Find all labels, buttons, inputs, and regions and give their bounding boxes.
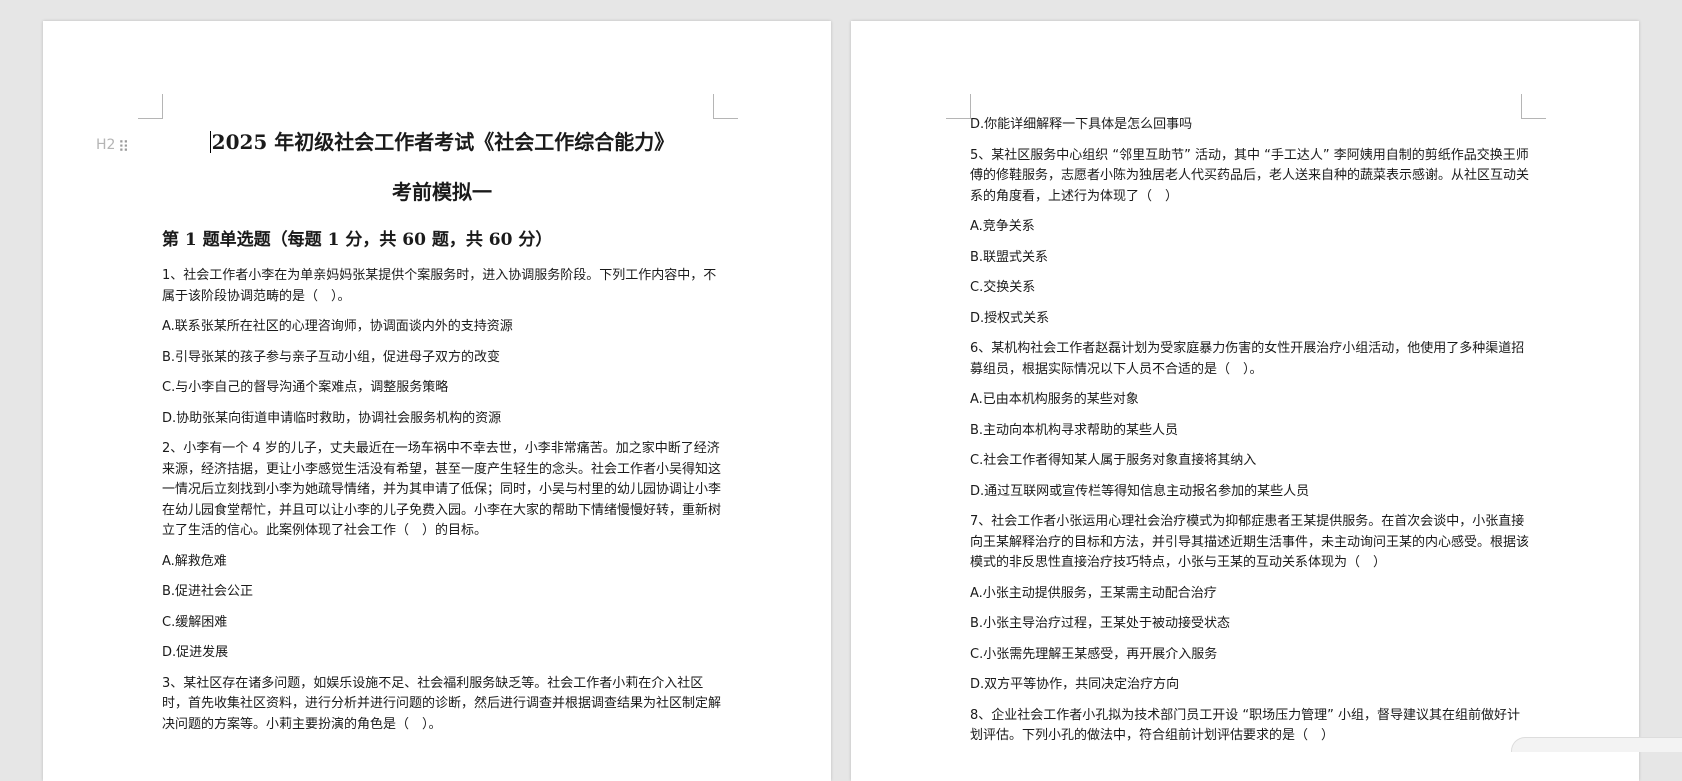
question-text[interactable]: 5、某社区服务中心组织 “邻里互助节” 活动，其中 “手工达人” 李阿姨用自制的… bbox=[970, 146, 1530, 208]
status-corner bbox=[1511, 737, 1682, 752]
document-page-right: D.你能详细解释一下具体是怎么回事吗 5、某社区服务中心组织 “邻里互助节” 活动… bbox=[851, 21, 1639, 781]
answer-option[interactable]: D.授权式关系 bbox=[970, 309, 1530, 330]
answer-option[interactable]: D.你能详细解释一下具体是怎么回事吗 bbox=[970, 115, 1530, 136]
question-list: D.你能详细解释一下具体是怎么回事吗 5、某社区服务中心组织 “邻里互助节” 活动… bbox=[970, 115, 1530, 747]
answer-option[interactable]: A.竞争关系 bbox=[970, 217, 1530, 238]
answer-option[interactable]: C.与小李自己的督导沟通个案难点，调整服务策略 bbox=[162, 378, 722, 399]
question-text[interactable]: 6、某机构社会工作者赵磊计划为受家庭暴力伤害的女性开展治疗小组活动，他使用了多种… bbox=[970, 339, 1530, 380]
section-heading[interactable]: 第 1 题单选题（每题 1 分，共 60 题，共 60 分） bbox=[162, 228, 722, 252]
answer-option[interactable]: D.双方平等协作，共同决定治疗方向 bbox=[970, 675, 1530, 696]
answer-option[interactable]: A.解救危难 bbox=[162, 552, 722, 573]
answer-option[interactable]: C.小张需先理解王某感受，再开展介入服务 bbox=[970, 645, 1530, 666]
answer-option[interactable]: A.已由本机构服务的某些对象 bbox=[970, 390, 1530, 411]
answer-option[interactable]: B.促进社会公正 bbox=[162, 582, 722, 603]
answer-option[interactable]: A.联系张某所在社区的心理咨询师，协调面谈内外的支持资源 bbox=[162, 317, 722, 338]
answer-option[interactable]: D.协助张某向街道申请临时救助，协调社会服务机构的资源 bbox=[162, 409, 722, 430]
answer-option[interactable]: A.小张主动提供服务，王某需主动配合治疗 bbox=[970, 584, 1530, 605]
document-title-text: 2025 年初级社会工作者考试《社会工作综合能力》 bbox=[211, 130, 675, 154]
answer-option[interactable]: C.缓解困难 bbox=[162, 613, 722, 634]
answer-option[interactable]: C.社会工作者得知某人属于服务对象直接将其纳入 bbox=[970, 451, 1530, 472]
margin-corner-mark bbox=[946, 94, 971, 119]
answer-option[interactable]: D.促进发展 bbox=[162, 643, 722, 664]
answer-option[interactable]: B.主动向本机构寻求帮助的某些人员 bbox=[970, 421, 1530, 442]
heading-level-icon[interactable]: H2 bbox=[96, 137, 115, 153]
answer-option[interactable]: D.通过互联网或宣传栏等得知信息主动报名参加的某些人员 bbox=[970, 482, 1530, 503]
answer-option[interactable]: B.联盟式关系 bbox=[970, 248, 1530, 269]
text-cursor bbox=[209, 131, 211, 153]
question-text[interactable]: 1、社会工作者小李在为单亲妈妈张某提供个案服务时，进入协调服务阶段。下列工作内容… bbox=[162, 266, 722, 307]
page-content: 2025 年初级社会工作者考试《社会工作综合能力》 考前模拟一 第 1 题单选题… bbox=[162, 118, 722, 745]
drag-handle-icon[interactable]: ⠿ bbox=[118, 138, 129, 156]
answer-option[interactable]: C.交换关系 bbox=[970, 278, 1530, 299]
question-text[interactable]: 2、小李有一个 4 岁的儿子，丈夫最近在一场车祸中不幸去世，小李非常痛苦。加之家… bbox=[162, 439, 722, 542]
document-page-left: 2025 年初级社会工作者考试《社会工作综合能力》 考前模拟一 第 1 题单选题… bbox=[43, 21, 831, 781]
question-text[interactable]: 7、社会工作者小张运用心理社会治疗模式为抑郁症患者王某提供服务。在首次会谈中，小… bbox=[970, 512, 1530, 574]
document-title[interactable]: 2025 年初级社会工作者考试《社会工作综合能力》 bbox=[162, 128, 722, 156]
margin-corner-mark bbox=[138, 94, 163, 119]
document-subtitle[interactable]: 考前模拟一 bbox=[162, 178, 722, 206]
margin-corner-mark bbox=[713, 94, 738, 119]
question-text[interactable]: 3、某社区存在诸多问题，如娱乐设施不足、社会福利服务缺乏等。社会工作者小莉在介入… bbox=[162, 674, 722, 736]
answer-option[interactable]: B.引导张某的孩子参与亲子互动小组，促进母子双方的改变 bbox=[162, 348, 722, 369]
question-list: 1、社会工作者小李在为单亲妈妈张某提供个案服务时，进入协调服务阶段。下列工作内容… bbox=[162, 266, 722, 735]
answer-option[interactable]: B.小张主导治疗过程，王某处于被动接受状态 bbox=[970, 614, 1530, 635]
question-text[interactable]: 8、企业社会工作者小孔拟为技术部门员工开设 “职场压力管理” 小组，督导建议其在… bbox=[970, 706, 1530, 747]
page-content: D.你能详细解释一下具体是怎么回事吗 5、某社区服务中心组织 “邻里互助节” 活动… bbox=[970, 115, 1530, 757]
heading-level-label: H2 bbox=[96, 137, 116, 153]
